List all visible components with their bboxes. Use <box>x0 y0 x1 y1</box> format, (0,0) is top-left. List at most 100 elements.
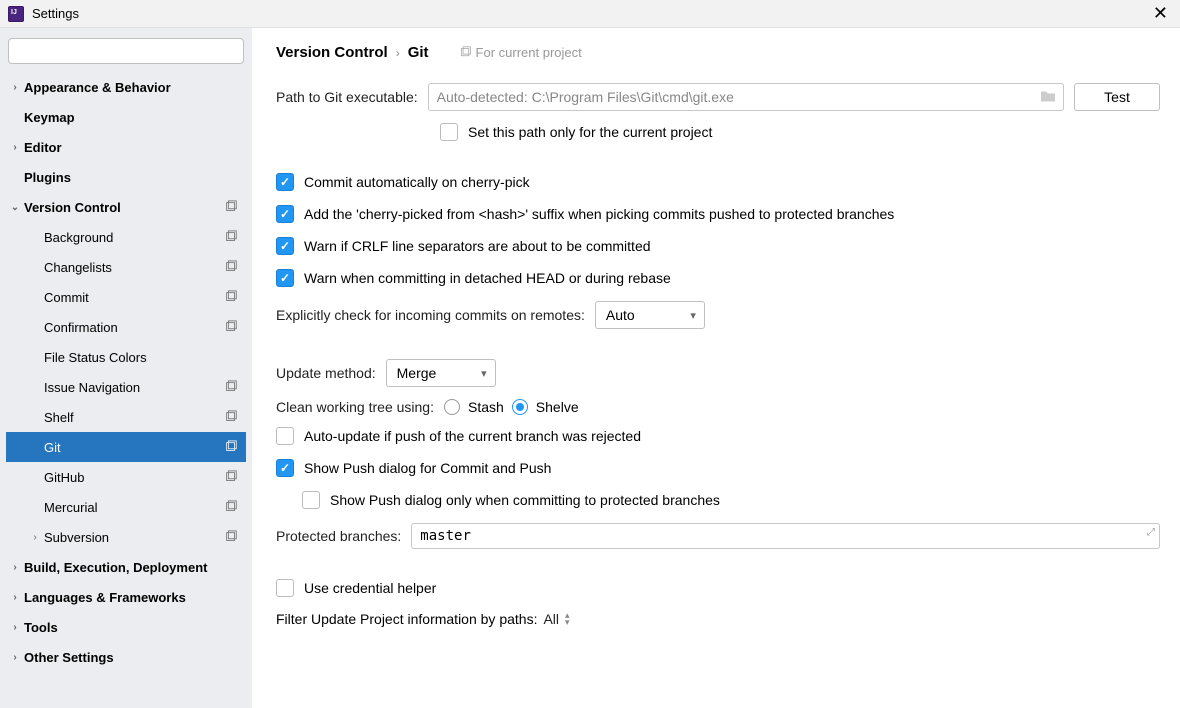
settings-tree: ›Appearance & BehaviorKeymap›EditorPlugi… <box>6 72 246 708</box>
tree-item-github[interactable]: GitHub <box>6 462 246 492</box>
app-icon <box>8 6 24 22</box>
clean-tree-label: Clean working tree using: <box>276 399 434 415</box>
warn-detached-label: Warn when committing in detached HEAD or… <box>304 270 671 286</box>
path-label: Path to Git executable: <box>276 89 418 105</box>
credential-helper-checkbox[interactable] <box>276 579 294 597</box>
tree-item-changelists[interactable]: Changelists <box>6 252 246 282</box>
expand-icon[interactable]: ⤢ <box>1147 527 1155 538</box>
breadcrumb-part2: Git <box>408 44 429 61</box>
tree-item-label: Changelists <box>44 260 112 275</box>
show-push-commit-label: Show Push dialog for Commit and Push <box>304 460 551 476</box>
project-scope-icon <box>224 230 238 244</box>
tree-item-label: Confirmation <box>44 320 118 335</box>
project-scope-icon <box>224 440 238 454</box>
stash-radio[interactable] <box>444 399 460 415</box>
project-scope-icon <box>224 260 238 274</box>
chevron-icon: › <box>26 532 44 543</box>
set-path-current-checkbox[interactable] <box>440 123 458 141</box>
tree-item-mercurial[interactable]: Mercurial <box>6 492 246 522</box>
chevron-icon: › <box>6 622 24 633</box>
tree-item-editor[interactable]: ›Editor <box>6 132 246 162</box>
tree-item-appearance-behavior[interactable]: ›Appearance & Behavior <box>6 72 246 102</box>
chevron-icon: › <box>6 562 24 573</box>
tree-item-keymap[interactable]: Keymap <box>6 102 246 132</box>
sort-icon[interactable]: ▴▾ <box>565 612 570 626</box>
copy-icon <box>459 46 472 59</box>
warn-crlf-checkbox[interactable] <box>276 237 294 255</box>
tree-item-confirmation[interactable]: Confirmation <box>6 312 246 342</box>
breadcrumb-part1[interactable]: Version Control <box>276 44 388 61</box>
shelve-radio[interactable] <box>512 399 528 415</box>
tree-item-label: Git <box>44 440 61 455</box>
tree-item-label: Background <box>44 230 113 245</box>
auto-update-push-checkbox[interactable] <box>276 427 294 445</box>
tree-item-background[interactable]: Background <box>6 222 246 252</box>
show-push-protected-checkbox[interactable] <box>302 491 320 509</box>
close-icon[interactable]: ✕ <box>1149 3 1172 24</box>
update-method-select[interactable]: Merge <box>386 359 496 387</box>
shelve-label: Shelve <box>536 399 579 415</box>
tree-item-label: Mercurial <box>44 500 97 515</box>
protected-label: Protected branches: <box>276 528 401 544</box>
tree-item-label: Subversion <box>44 530 109 545</box>
tree-item-subversion[interactable]: ›Subversion <box>6 522 246 552</box>
tree-item-label: Other Settings <box>24 650 114 665</box>
chevron-icon: › <box>6 652 24 663</box>
search-input[interactable] <box>8 38 244 64</box>
tree-item-label: Version Control <box>24 200 121 215</box>
folder-icon[interactable] <box>1040 89 1056 106</box>
warn-detached-checkbox[interactable] <box>276 269 294 287</box>
warn-crlf-label: Warn if CRLF line separators are about t… <box>304 238 651 254</box>
tree-item-label: Plugins <box>24 170 71 185</box>
update-method-label: Update method: <box>276 365 376 381</box>
auto-update-push-label: Auto-update if push of the current branc… <box>304 428 641 444</box>
tree-item-plugins[interactable]: Plugins <box>6 162 246 192</box>
test-button[interactable]: Test <box>1074 83 1160 111</box>
project-scope-icon <box>224 290 238 304</box>
breadcrumb: Version Control › Git For current projec… <box>276 44 1160 61</box>
tree-item-label: GitHub <box>44 470 84 485</box>
tree-item-label: Tools <box>24 620 58 635</box>
project-scope-icon <box>224 500 238 514</box>
show-push-protected-label: Show Push dialog only when committing to… <box>330 492 720 508</box>
tree-item-label: Languages & Frameworks <box>24 590 186 605</box>
tree-item-issue-navigation[interactable]: Issue Navigation <box>6 372 246 402</box>
tree-item-other-settings[interactable]: ›Other Settings <box>6 642 246 672</box>
project-scope-icon <box>224 380 238 394</box>
cherry-pick-auto-checkbox[interactable] <box>276 173 294 191</box>
stash-label: Stash <box>468 399 504 415</box>
set-path-current-label: Set this path only for the current proje… <box>468 124 712 140</box>
tree-item-label: Issue Navigation <box>44 380 140 395</box>
filter-value[interactable]: All <box>543 611 559 627</box>
tree-item-label: Shelf <box>44 410 74 425</box>
cherry-pick-suffix-checkbox[interactable] <box>276 205 294 223</box>
tree-item-commit[interactable]: Commit <box>6 282 246 312</box>
window-title: Settings <box>32 6 79 21</box>
tree-item-git[interactable]: Git <box>6 432 246 462</box>
chevron-icon: › <box>6 82 24 93</box>
explicit-check-label: Explicitly check for incoming commits on… <box>276 307 585 323</box>
project-scope-icon <box>224 410 238 424</box>
project-scope-icon <box>224 530 238 544</box>
tree-item-file-status-colors[interactable]: File Status Colors <box>6 342 246 372</box>
settings-content: Version Control › Git For current projec… <box>252 28 1180 708</box>
tree-item-tools[interactable]: ›Tools <box>6 612 246 642</box>
sidebar: ⌕▾ ›Appearance & BehaviorKeymap›EditorPl… <box>0 28 252 708</box>
chevron-icon: ⌄ <box>6 202 24 213</box>
tree-item-label: Appearance & Behavior <box>24 80 171 95</box>
show-push-commit-checkbox[interactable] <box>276 459 294 477</box>
chevron-icon: › <box>6 592 24 603</box>
titlebar: Settings ✕ <box>0 0 1180 28</box>
protected-branches-input[interactable] <box>411 523 1160 549</box>
credential-helper-label: Use credential helper <box>304 580 436 596</box>
scope-tag: For current project <box>459 45 582 60</box>
cherry-pick-suffix-label: Add the 'cherry-picked from <hash>' suff… <box>304 206 894 222</box>
tree-item-build-execution-deployment[interactable]: ›Build, Execution, Deployment <box>6 552 246 582</box>
tree-item-languages-frameworks[interactable]: ›Languages & Frameworks <box>6 582 246 612</box>
git-path-input[interactable] <box>428 83 1064 111</box>
explicit-check-select[interactable]: Auto <box>595 301 705 329</box>
tree-item-shelf[interactable]: Shelf <box>6 402 246 432</box>
filter-label: Filter Update Project information by pat… <box>276 611 537 627</box>
tree-item-label: Keymap <box>24 110 75 125</box>
tree-item-version-control[interactable]: ⌄Version Control <box>6 192 246 222</box>
